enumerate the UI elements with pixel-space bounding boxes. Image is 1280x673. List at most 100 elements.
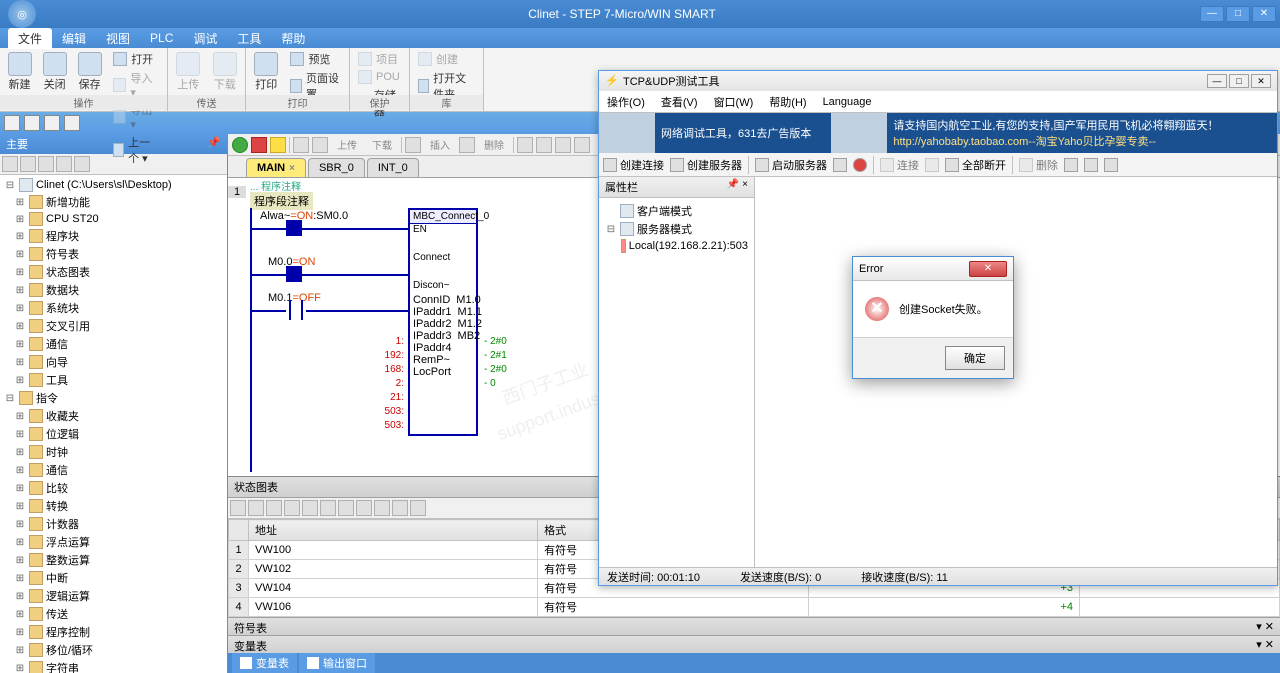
tb-icon[interactable] xyxy=(248,500,264,516)
ribbon-prev[interactable]: 上一个 ▾ xyxy=(109,133,163,167)
tb-icon[interactable] xyxy=(312,137,328,153)
ribbon-save[interactable]: 保存 xyxy=(74,50,105,96)
tree-node[interactable]: ⊞位逻辑 xyxy=(2,425,225,443)
tb-icon[interactable] xyxy=(1064,158,1078,172)
tb-connect[interactable]: 连接 xyxy=(880,157,919,173)
tree-node[interactable]: ⊞整数运算 xyxy=(2,551,225,569)
tb-icon[interactable] xyxy=(302,500,318,516)
tb-icon[interactable] xyxy=(284,500,300,516)
panel-pin-icon[interactable]: 📌 xyxy=(207,136,221,152)
tb-icon[interactable] xyxy=(56,156,72,172)
tree-node[interactable]: ⊞通信 xyxy=(2,335,225,353)
tool-minimize[interactable]: — xyxy=(1207,74,1227,88)
tb-del-icon[interactable] xyxy=(853,158,867,172)
tb-icon[interactable] xyxy=(356,500,372,516)
tree-node[interactable]: ⊞移位/循环 xyxy=(2,641,225,659)
tool-menu-op[interactable]: 操作(O) xyxy=(607,94,645,110)
tool-close[interactable]: ✕ xyxy=(1251,74,1271,88)
tb-icon[interactable] xyxy=(230,500,246,516)
close-button[interactable]: ✕ xyxy=(1252,6,1276,22)
tb-icon[interactable] xyxy=(459,137,475,153)
tb-icon[interactable] xyxy=(1084,158,1098,172)
tab-close-icon[interactable]: × xyxy=(289,163,295,174)
tb-icon[interactable] xyxy=(293,137,309,153)
tb-delete[interactable]: 删除 xyxy=(1019,157,1058,173)
tb-icon[interactable] xyxy=(574,137,590,153)
quick-save-icon[interactable] xyxy=(44,115,60,131)
tree-node[interactable]: ⊞时钟 xyxy=(2,443,225,461)
tb-disconnect-icon[interactable] xyxy=(925,158,939,172)
tb-create-connection[interactable]: 创建连接 xyxy=(603,157,664,173)
tree-node[interactable]: ⊞转换 xyxy=(2,497,225,515)
app-orb[interactable]: ◎ xyxy=(8,0,36,28)
symbol-table-panel[interactable]: 符号表▾ ✕ xyxy=(228,617,1280,635)
tree-node[interactable]: ⊞比较 xyxy=(2,479,225,497)
menu-debug[interactable]: 调试 xyxy=(183,28,227,49)
tb-icon[interactable] xyxy=(410,500,426,516)
tree-node[interactable]: ⊞逻辑运算 xyxy=(2,587,225,605)
tree-node[interactable]: ⊞系统块 xyxy=(2,299,225,317)
tb-icon[interactable] xyxy=(38,156,54,172)
tb-icon[interactable] xyxy=(536,137,552,153)
tab-main[interactable]: MAIN× xyxy=(246,158,306,177)
tree-node[interactable]: ⊞符号表 xyxy=(2,245,225,263)
ribbon-pou[interactable]: POU xyxy=(354,69,405,85)
tree-node[interactable]: ⊞中断 xyxy=(2,569,225,587)
menu-tools[interactable]: 工具 xyxy=(227,28,271,49)
ribbon-download[interactable]: 下载 xyxy=(209,50,242,96)
pin-icon[interactable]: 📌 × xyxy=(727,179,748,195)
menu-edit[interactable]: 编辑 xyxy=(52,28,96,49)
tool-menu-view[interactable]: 查看(V) xyxy=(661,94,698,110)
menu-help[interactable]: 帮助 xyxy=(271,28,315,49)
ribbon-upload[interactable]: 上传 xyxy=(172,50,205,96)
tree-node[interactable]: ⊞字符串 xyxy=(2,659,225,673)
ribbon-create[interactable]: 创建 xyxy=(414,50,479,68)
error-close-button[interactable]: ✕ xyxy=(969,261,1007,277)
tree-node[interactable]: ⊞状态图表 xyxy=(2,263,225,281)
quick-new-icon[interactable] xyxy=(4,115,20,131)
tb-icon[interactable] xyxy=(374,500,390,516)
minimize-button[interactable]: — xyxy=(1200,6,1224,22)
tree-node[interactable]: ⊞程序控制 xyxy=(2,623,225,641)
tool-menu-window[interactable]: 窗口(W) xyxy=(714,94,754,110)
status-row[interactable]: 4VW106有符号+4 xyxy=(229,598,1280,617)
menu-view[interactable]: 视图 xyxy=(96,28,140,49)
quick-print-icon[interactable] xyxy=(64,115,80,131)
tb-icon[interactable] xyxy=(320,500,336,516)
tree-node[interactable]: ⊞浮点运算 xyxy=(2,533,225,551)
tab-int0[interactable]: INT_0 xyxy=(367,158,419,177)
ribbon-new[interactable]: 新建 xyxy=(4,50,35,96)
tree-node[interactable]: ⊞CPU ST20 xyxy=(2,211,225,227)
tool-title-bar[interactable]: ⚡ TCP&UDP测试工具 — □ ✕ xyxy=(599,71,1277,91)
tree-client-mode[interactable]: 客户端模式 xyxy=(603,202,750,220)
ribbon-open[interactable]: 打开 xyxy=(109,50,163,68)
tb-icon[interactable] xyxy=(338,500,354,516)
tb-icon[interactable] xyxy=(2,156,18,172)
tb-icon[interactable] xyxy=(517,137,533,153)
ribbon-preview[interactable]: 预览 xyxy=(286,50,345,68)
tb-icon[interactable] xyxy=(266,500,282,516)
project-tree[interactable]: ⊟Clinet (C:\Users\sl\Desktop) ⊞新增功能⊞CPU … xyxy=(0,175,227,673)
variable-table-panel[interactable]: 变量表▾ ✕ xyxy=(228,635,1280,653)
tab-sbr0[interactable]: SBR_0 xyxy=(308,158,365,177)
ribbon-print[interactable]: 打印 xyxy=(250,50,282,96)
error-title-bar[interactable]: Error ✕ xyxy=(853,257,1013,281)
stop-icon[interactable] xyxy=(251,137,267,153)
tool-maximize[interactable]: □ xyxy=(1229,74,1249,88)
maximize-button[interactable]: □ xyxy=(1226,6,1250,22)
tb-disconnect-all[interactable]: 全部断开 xyxy=(945,157,1006,173)
tree-node[interactable]: ⊞向导 xyxy=(2,353,225,371)
error-ok-button[interactable]: 确定 xyxy=(945,346,1005,370)
run-icon[interactable] xyxy=(232,137,248,153)
tree-server-mode[interactable]: ⊟服务器模式 xyxy=(603,220,750,238)
bottom-tab-output[interactable]: 输出窗口 xyxy=(299,653,375,673)
quick-open-icon[interactable] xyxy=(24,115,40,131)
tree-node[interactable]: ⊞工具 xyxy=(2,371,225,389)
tb-start-server[interactable]: 启动服务器 xyxy=(755,157,827,173)
tb-icon[interactable] xyxy=(392,500,408,516)
tool-menu-lang[interactable]: Language xyxy=(823,96,872,108)
tree-node[interactable]: ⊞数据块 xyxy=(2,281,225,299)
tb-icon[interactable] xyxy=(74,156,90,172)
tool-menu-help[interactable]: 帮助(H) xyxy=(769,94,806,110)
ribbon-project[interactable]: 项目 xyxy=(354,50,405,68)
